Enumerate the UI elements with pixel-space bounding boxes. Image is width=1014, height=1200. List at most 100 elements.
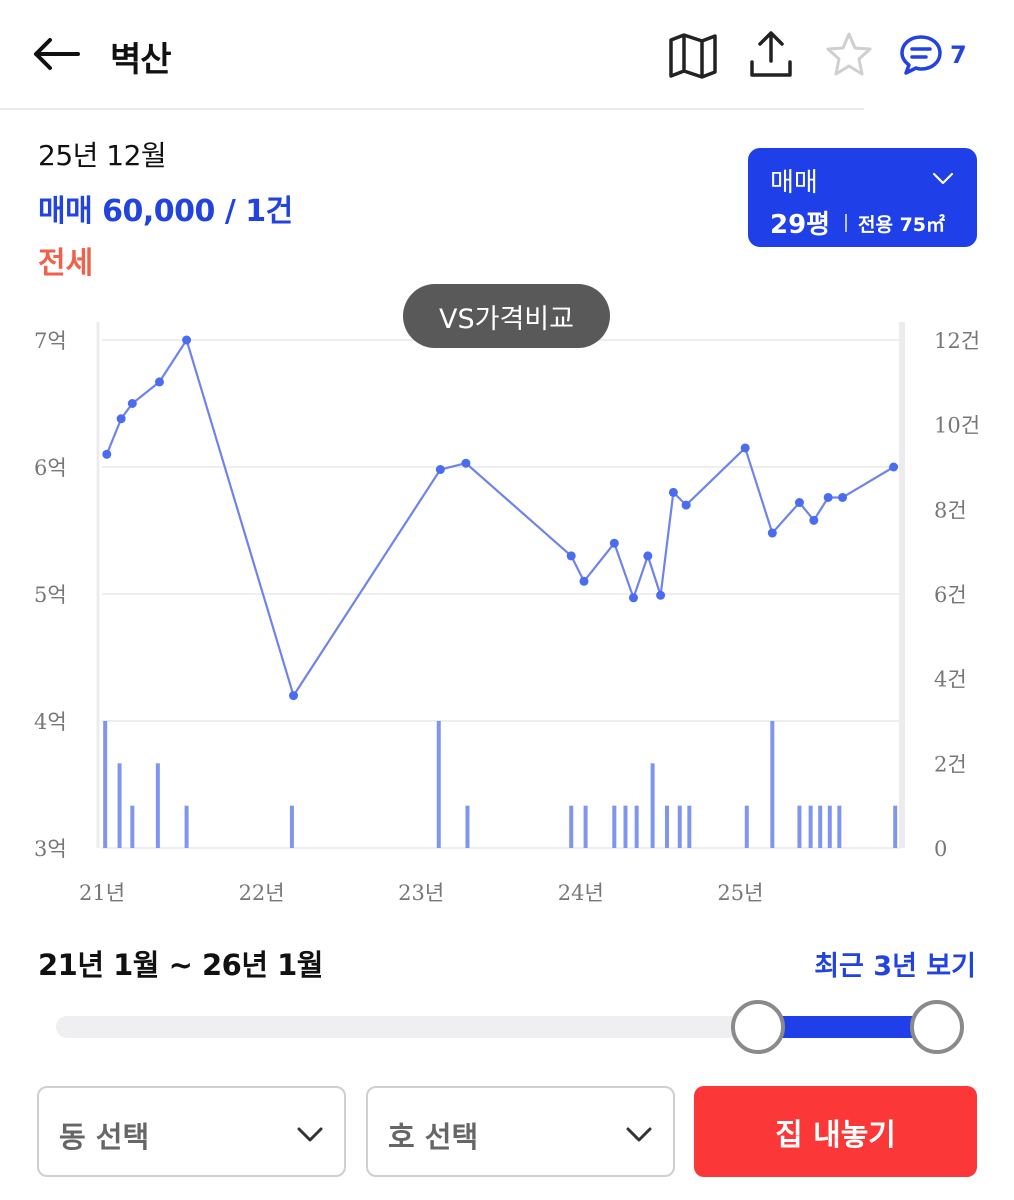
x-tick-label: 24년 [558, 881, 604, 905]
volume-bar [893, 805, 898, 848]
type-size-selector[interactable]: 매매 29평 전용 75㎡ [748, 148, 977, 247]
x-tick-label: 22년 [239, 881, 285, 905]
back-button[interactable] [28, 30, 84, 78]
range-label: 21년 1월 ~ 26년 1월 [38, 948, 323, 982]
price-point [461, 458, 471, 468]
jeonse-summary[interactable]: 전세 [38, 238, 93, 282]
comment-button[interactable]: 7 [898, 28, 978, 82]
volume-bar [612, 805, 617, 848]
price-point [740, 443, 750, 453]
chevron-down-icon [297, 1127, 323, 1142]
volume-bar [797, 805, 802, 848]
dong-select[interactable]: 동 선택 [37, 1086, 346, 1177]
price-point [182, 335, 192, 345]
x-tick-label: 23년 [398, 881, 444, 905]
recent-3-years-link[interactable]: 최근 3년 보기 [814, 944, 976, 983]
ho-select[interactable]: 호 선택 [366, 1086, 675, 1177]
volume-bar [569, 805, 574, 848]
share-icon [750, 31, 792, 77]
volume-bar [818, 805, 823, 848]
range-slider-start-handle[interactable] [731, 1000, 785, 1054]
y-right-tick-label: 8건 [934, 498, 967, 522]
share-button[interactable] [744, 28, 798, 82]
y-right-tick-label: 12건 [934, 329, 980, 353]
price-point [566, 551, 576, 561]
y-left-tick-label: 5억 [34, 583, 67, 607]
star-icon [826, 32, 872, 76]
y-right-tick-label: 4건 [934, 668, 967, 692]
price-chart-svg: 3억 4억 5억 6억 7억 0 2건 4건 6건 8건 10건 12건 21년 22년 23년 24년 25년 [34, 322, 980, 905]
comment-icon [900, 35, 942, 75]
price-point [435, 465, 445, 475]
price-point [767, 528, 777, 538]
comment-count: 7 [950, 41, 967, 69]
back-arrow-icon [34, 38, 80, 70]
volume-bar [184, 805, 189, 848]
volume-bar [289, 805, 294, 848]
price-line [105, 338, 895, 697]
volume-bar [650, 763, 655, 848]
volume-bar [808, 805, 813, 848]
y-left-tick-label: 6억 [34, 456, 67, 480]
page-title: 벽산 [110, 40, 172, 80]
price-point [102, 449, 112, 459]
volume-bar [465, 805, 470, 848]
vs-compare-button[interactable]: VS가격비교 [403, 284, 610, 348]
price-point [127, 399, 137, 408]
volume-bar [827, 805, 832, 848]
y-left-tick-label: 4억 [34, 710, 67, 734]
map-button[interactable] [666, 28, 720, 82]
price-point [643, 551, 653, 561]
price-point [656, 590, 666, 600]
area-label: 전용 75㎡ [858, 214, 946, 236]
volume-bar [103, 721, 108, 848]
range-slider-end-handle[interactable] [910, 1000, 964, 1054]
volume-bar [155, 763, 160, 848]
price-point [809, 515, 819, 525]
volume-bar [687, 805, 692, 848]
volume-bar [744, 805, 749, 848]
y-left-tick-label: 7억 [34, 329, 67, 353]
price-point [116, 414, 126, 424]
sale-summary: 매매 60,000 / 1건 [38, 194, 293, 229]
price-point [668, 487, 678, 497]
price-point [838, 492, 848, 502]
volume-bar [436, 721, 441, 848]
chevron-down-icon [932, 172, 954, 185]
price-point [609, 538, 619, 548]
price-point [289, 691, 299, 701]
price-point [794, 498, 804, 508]
trade-type-label: 매매 [770, 168, 818, 198]
list-home-button[interactable]: 집 내놓기 [694, 1086, 977, 1177]
ho-select-label: 호 선택 [388, 1120, 479, 1154]
map-icon [669, 33, 717, 79]
y-right-tick-label: 0 [934, 837, 947, 861]
y-right-tick-label: 2건 [934, 752, 967, 776]
volume-bar [837, 805, 842, 848]
y-left-tick-label: 3억 [34, 837, 67, 861]
volume-bar [117, 763, 122, 848]
price-point [681, 500, 691, 510]
dong-select-label: 동 선택 [59, 1120, 150, 1154]
price-point [579, 576, 589, 586]
period-label: 25년 12월 [38, 139, 167, 172]
x-tick-label: 21년 [79, 881, 125, 905]
volume-bar [130, 805, 135, 848]
size-area-divider [845, 214, 847, 232]
header: 벽산 7 [0, 0, 1014, 108]
y-right-tick-label: 10건 [934, 414, 980, 438]
size-label: 29평 [770, 210, 831, 240]
price-point [823, 492, 833, 502]
price-point [889, 462, 899, 472]
volume-bar [677, 805, 682, 848]
price-chart: 3억 4억 5억 6억 7억 0 2건 4건 6건 8건 10건 12건 21년 22년 23년 24년 25년 [0, 280, 1014, 920]
x-tick-label: 25년 [717, 881, 763, 905]
chevron-down-icon [626, 1127, 652, 1142]
price-point [154, 377, 164, 387]
header-divider [0, 108, 864, 110]
price-point [628, 593, 638, 603]
volume-bar [634, 805, 639, 848]
volume-bar [770, 721, 775, 848]
favorite-button[interactable] [822, 28, 876, 82]
volume-bar [623, 805, 628, 848]
